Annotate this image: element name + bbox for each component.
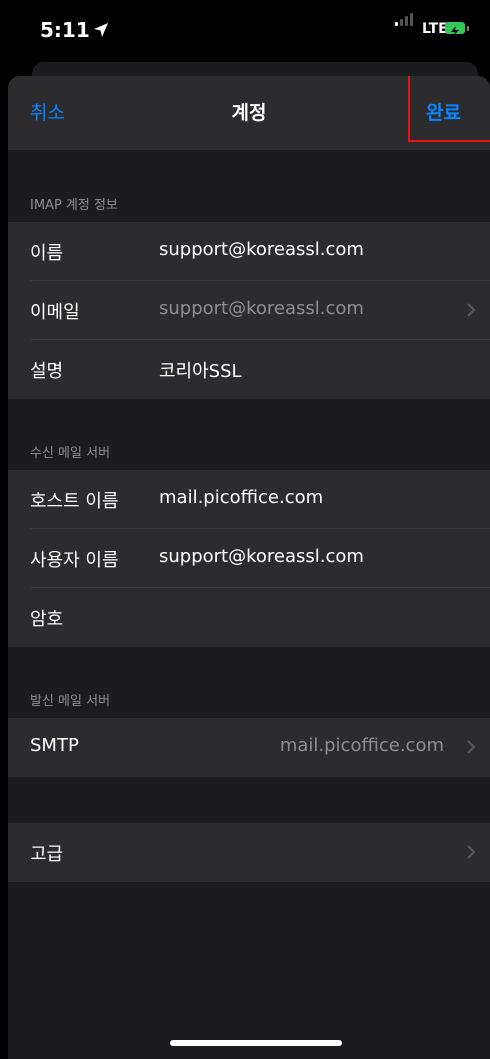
smtp-value: mail.picoffice.com <box>279 735 444 756</box>
row-username[interactable]: 사용자 이름 support@koreassl.com <box>8 529 490 588</box>
location-arrow-icon <box>94 23 108 37</box>
email-field: support@koreassl.com <box>159 298 364 319</box>
status-time: 5:11 <box>40 18 90 42</box>
status-bar: 5:11 LTE <box>0 0 490 62</box>
battery-tip <box>467 26 469 31</box>
chevron-right-icon <box>467 303 476 317</box>
row-label: 사용자 이름 <box>30 550 119 571</box>
network-type: LTE <box>422 21 448 37</box>
row-email[interactable]: 이메일 support@koreassl.com <box>8 281 490 340</box>
screen: 5:11 LTE 취소 계정 완료 IMAP 계정 정보 이름 support@… <box>0 0 490 1059</box>
account-info-group: 이름 support@koreassl.com 이메일 support@kore… <box>8 222 490 399</box>
advanced-group: 고급 <box>8 823 490 882</box>
nav-bar: 취소 계정 완료 <box>8 76 490 150</box>
done-highlight-box <box>408 76 490 142</box>
row-hostname[interactable]: 호스트 이름 mail.picoffice.com <box>8 470 490 529</box>
home-indicator[interactable] <box>170 1040 342 1046</box>
section-header-account-info: IMAP 계정 정보 <box>30 198 118 213</box>
row-label: SMTP <box>30 735 79 756</box>
row-label: 고급 <box>30 844 64 865</box>
name-field[interactable]: support@koreassl.com <box>159 239 364 260</box>
row-smtp[interactable]: SMTP mail.picoffice.com <box>8 718 490 777</box>
row-advanced[interactable]: 고급 <box>8 823 490 882</box>
row-password[interactable]: 암호 <box>8 588 490 647</box>
section-header-outgoing: 발신 메일 서버 <box>30 694 111 709</box>
description-field[interactable]: 코리아SSL <box>159 357 242 383</box>
row-description[interactable]: 설명 코리아SSL <box>8 340 490 399</box>
row-label: 암호 <box>30 609 64 630</box>
incoming-server-group: 호스트 이름 mail.picoffice.com 사용자 이름 support… <box>8 470 490 647</box>
username-field[interactable]: support@koreassl.com <box>159 546 364 567</box>
account-sheet: 취소 계정 완료 IMAP 계정 정보 이름 support@koreassl.… <box>8 76 490 1059</box>
row-label: 호스트 이름 <box>30 491 119 512</box>
row-label: 이메일 <box>30 302 80 323</box>
row-name[interactable]: 이름 support@koreassl.com <box>8 222 490 281</box>
hostname-field[interactable]: mail.picoffice.com <box>159 487 323 508</box>
outgoing-server-group: SMTP mail.picoffice.com <box>8 718 490 777</box>
section-header-incoming: 수신 메일 서버 <box>30 446 111 461</box>
battery-icon <box>445 22 465 36</box>
row-label: 설명 <box>30 361 64 382</box>
row-label: 이름 <box>30 243 64 264</box>
chevron-right-icon <box>467 740 476 754</box>
chevron-right-icon <box>467 845 476 859</box>
